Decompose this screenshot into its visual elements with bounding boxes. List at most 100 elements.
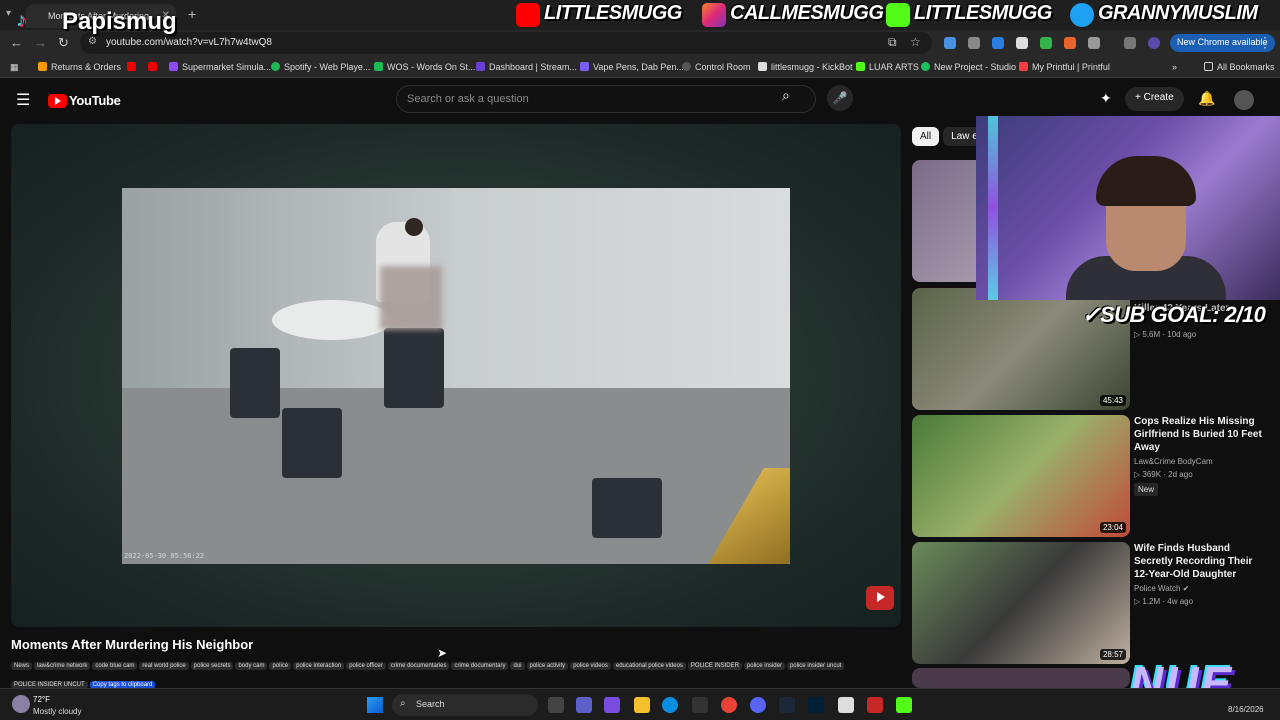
extension-icon[interactable] xyxy=(944,37,956,49)
steam-icon[interactable] xyxy=(779,697,795,713)
url-text[interactable]: youtube.com/watch?v=vL7h7w4twQ8 xyxy=(106,37,272,48)
tag[interactable]: educational police videos xyxy=(612,662,686,670)
tag[interactable]: body cam xyxy=(235,662,268,670)
social-handle: LITTLESMUGG xyxy=(914,2,1052,24)
verified-icon: ✔ xyxy=(1182,584,1190,593)
taskbar-search[interactable]: ⌕ Search xyxy=(392,694,538,716)
recommendation-thumbnail[interactable]: 28:57 xyxy=(912,542,1130,664)
bookmarks-bar: ▦ Returns & Orders Supermarket Simula...… xyxy=(0,56,1280,78)
microphone-icon[interactable]: 🎤 xyxy=(827,85,853,111)
channel-name[interactable]: Law&Crime BodyCam xyxy=(1134,457,1213,466)
reading-list-icon[interactable] xyxy=(1124,37,1136,49)
bookmark-item[interactable]: Control Room xyxy=(682,62,751,72)
recommendation-thumbnail[interactable]: 23:04 xyxy=(912,415,1130,537)
tag[interactable]: POLICE INSIDER xyxy=(687,662,742,670)
bookmark-item[interactable]: Vape Pens, Dab Pen... xyxy=(580,62,684,72)
notifications-bell-icon[interactable]: 🔔 xyxy=(1198,90,1215,107)
create-button[interactable]: + Create xyxy=(1125,87,1184,111)
video-player[interactable]: 2022-05-30 05:56:22 xyxy=(11,124,901,627)
notepad-icon[interactable] xyxy=(838,697,854,713)
recommendation-thumbnail[interactable] xyxy=(912,668,1130,688)
address-bar[interactable]: ⚙ youtube.com/watch?v=vL7h7w4twQ8 ⧉ ☆ xyxy=(80,32,932,54)
video-timestamp: 2022-05-30 05:56:22 xyxy=(124,552,205,560)
profile-icon[interactable] xyxy=(1148,37,1160,49)
tag[interactable]: dui xyxy=(510,662,525,670)
bookmark-item[interactable] xyxy=(127,62,140,72)
bookmark-item[interactable]: Dashboard | Stream... xyxy=(476,62,577,72)
video-frame[interactable]: 2022-05-30 05:56:22 xyxy=(122,188,790,564)
extension-icon[interactable]: ✦ xyxy=(1100,90,1112,107)
task-view-icon[interactable] xyxy=(548,697,564,713)
bookmark-item[interactable]: New Project - Studio xyxy=(921,62,1016,72)
install-icon[interactable]: ⧉ xyxy=(888,35,897,50)
app-icon[interactable] xyxy=(604,697,620,713)
store-icon[interactable] xyxy=(692,697,708,713)
video-tags: News law&crime network code blue cam real w… xyxy=(11,654,901,692)
tag[interactable]: law&crime network xyxy=(34,662,91,670)
extension-icon[interactable] xyxy=(1064,37,1076,49)
tag[interactable]: police xyxy=(269,662,292,670)
channel-name[interactable]: Police Watch ✔ xyxy=(1134,584,1189,593)
extensions-puzzle-icon[interactable] xyxy=(1088,37,1100,49)
file-explorer-icon[interactable] xyxy=(634,697,650,713)
extension-icon[interactable] xyxy=(1040,37,1052,49)
search-input[interactable]: Search or ask a question xyxy=(396,85,816,113)
tag[interactable]: real world police xyxy=(139,662,189,670)
recommendation-title[interactable]: Wife Finds Husband Secretly Recording Th… xyxy=(1134,542,1264,581)
discord-icon[interactable] xyxy=(750,697,766,713)
tag[interactable]: police secrets xyxy=(190,662,234,670)
tag[interactable]: police videos xyxy=(570,662,611,670)
extension-icon[interactable] xyxy=(992,37,1004,49)
bookmark-item[interactable]: My Printful | Printful xyxy=(1019,62,1110,72)
menu-icon[interactable]: ☰ xyxy=(16,90,30,110)
more-menu-icon[interactable]: ⋮ xyxy=(1258,34,1272,51)
extension-icon[interactable] xyxy=(1016,37,1028,49)
bookmark-item[interactable]: Returns & Orders xyxy=(38,62,121,72)
extension-icon[interactable] xyxy=(968,37,980,49)
apps-grid-icon[interactable]: ▦ xyxy=(10,62,19,73)
bookmark-item[interactable]: Spotify - Web Playe... xyxy=(271,62,370,72)
site-info-icon[interactable]: ⚙ xyxy=(88,36,97,47)
chrome-icon[interactable] xyxy=(721,697,737,713)
tag[interactable]: police officer xyxy=(346,662,386,670)
subscribe-watermark-icon[interactable] xyxy=(866,586,894,610)
bookmark-item[interactable] xyxy=(148,62,161,72)
more-bookmarks-icon[interactable]: » xyxy=(1172,62,1177,72)
edge-icon[interactable] xyxy=(662,697,678,713)
bookmark-item[interactable]: WOS - Words On St... xyxy=(374,62,475,72)
new-tab-icon[interactable]: + xyxy=(188,6,196,22)
bookmark-label: Vape Pens, Dab Pen... xyxy=(593,62,684,72)
tag[interactable]: police insider xyxy=(743,662,785,670)
tag[interactable]: code blue cam xyxy=(92,662,138,670)
tag[interactable]: crime documentaries xyxy=(387,662,450,670)
back-icon[interactable]: ← xyxy=(10,35,23,50)
bookmark-item[interactable]: littlesmugg - KickBot xyxy=(758,62,853,72)
search-icon[interactable]: ⌕ xyxy=(782,87,812,111)
tag[interactable]: crime documentary xyxy=(451,662,509,670)
bookmark-item[interactable]: Supermarket Simula... xyxy=(169,62,271,72)
tag[interactable]: police interaction xyxy=(293,662,345,670)
app-icon[interactable] xyxy=(867,697,883,713)
tag[interactable]: News xyxy=(11,662,33,670)
tag[interactable]: police insider uncut xyxy=(786,662,845,670)
recommendation-title[interactable]: Cops Realize His Missing Girlfriend Is B… xyxy=(1134,415,1264,454)
new-badge: New xyxy=(1134,483,1159,496)
avatar[interactable] xyxy=(1234,90,1254,110)
youtube-logo[interactable]: YouTube xyxy=(48,92,121,110)
forward-icon[interactable]: → xyxy=(34,35,47,50)
windows-start-icon[interactable] xyxy=(367,697,383,713)
app-icon[interactable] xyxy=(896,697,912,713)
bookmark-star-icon[interactable]: ☆ xyxy=(910,35,921,49)
duration-badge: 23:04 xyxy=(1099,522,1126,533)
video-blur-region xyxy=(380,266,442,330)
photoshop-icon[interactable] xyxy=(808,697,824,713)
tab-search-icon[interactable]: ▾ xyxy=(6,8,11,19)
chip-all[interactable]: All xyxy=(912,127,940,146)
teams-icon[interactable] xyxy=(576,697,592,713)
all-bookmarks[interactable]: All Bookmarks xyxy=(1204,62,1275,72)
reload-icon[interactable]: ↻ xyxy=(58,35,69,51)
video-scene-floor xyxy=(122,388,790,564)
video-scene-chair xyxy=(384,328,444,408)
bookmark-item[interactable]: LUAR ARTS xyxy=(856,62,919,72)
tag[interactable]: police activity xyxy=(526,662,569,670)
